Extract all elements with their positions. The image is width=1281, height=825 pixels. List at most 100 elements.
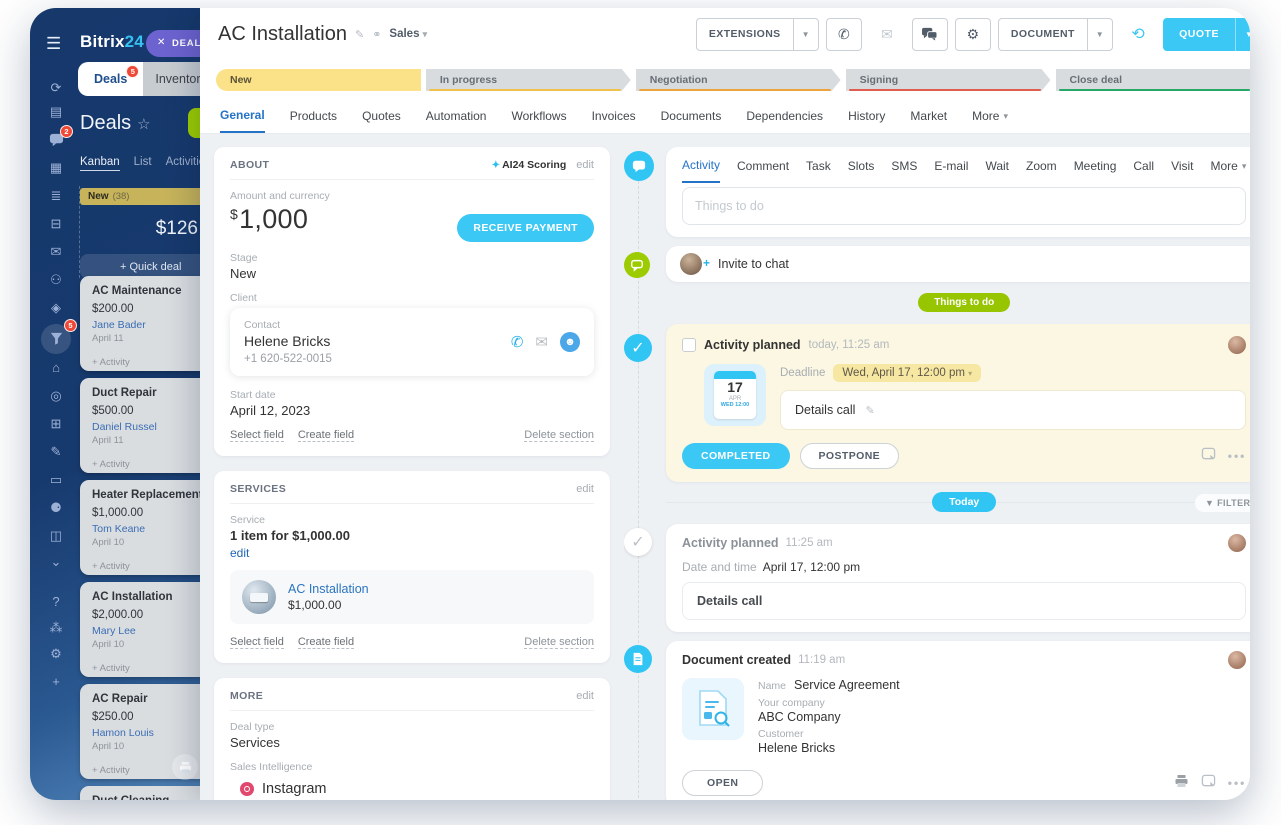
view-list[interactable]: List (134, 156, 152, 171)
create-field-link[interactable]: Create field (298, 429, 354, 442)
product-name-link[interactable]: AC Installation (288, 582, 369, 596)
edit-section-link[interactable]: edit (576, 483, 594, 495)
help-icon[interactable]: ? (45, 594, 67, 614)
tab-more[interactable]: More▾ (1211, 149, 1247, 183)
select-field-link[interactable]: Select field (230, 429, 284, 442)
tab-automation[interactable]: Automation (426, 99, 487, 133)
collapse-icon[interactable]: ⌄ (45, 554, 67, 574)
tab-sms[interactable]: SMS (891, 149, 917, 183)
funnel-button[interactable] (188, 108, 200, 138)
view-activities[interactable]: Activities (166, 156, 200, 171)
pulse-icon[interactable]: ⟳ (45, 80, 67, 100)
market-icon[interactable]: ◫ (45, 528, 67, 548)
stage-negotiation[interactable]: Negotiation (636, 69, 841, 91)
todo-input[interactable] (682, 187, 1246, 225)
stage-new[interactable]: New (216, 69, 421, 91)
live-feed-icon[interactable]: ▤ (45, 104, 67, 124)
tab-more[interactable]: More▾ (972, 99, 1008, 133)
avatar[interactable] (1228, 651, 1246, 669)
add-activity-link[interactable]: + Activity (92, 663, 200, 674)
deal-pill[interactable]: ✕DEAL (146, 30, 200, 57)
tab-inventory[interactable]: Inventory (143, 62, 200, 96)
note-icon[interactable] (1201, 774, 1216, 793)
crm-icon[interactable]: 5 (41, 324, 71, 354)
stage-value[interactable]: New (230, 266, 594, 281)
print-icon[interactable] (172, 754, 198, 780)
deadline-pill[interactable]: Wed, April 17, 12:00 pm ▾ (833, 364, 981, 382)
tasks-icon[interactable]: ◈ (45, 300, 67, 320)
link-icon[interactable]: ⚭ (372, 28, 381, 41)
settings-icon[interactable]: ⚙ (45, 646, 67, 666)
tab-meeting[interactable]: Meeting (1074, 149, 1117, 183)
tab-slots[interactable]: Slots (848, 149, 875, 183)
tab-comment[interactable]: Comment (737, 149, 789, 183)
calendar-tile[interactable]: 17 APR WED 12:00 (704, 364, 766, 426)
deal-card[interactable]: Duct Cleaning (80, 786, 200, 800)
deal-contact-link[interactable]: Mary Lee (92, 625, 200, 637)
tab-invoices[interactable]: Invoices (592, 99, 636, 133)
deal-type-value[interactable]: Services (230, 735, 594, 750)
sign-icon[interactable]: ✎ (45, 444, 67, 464)
avatar[interactable] (1228, 336, 1246, 354)
invite-to-chat-link[interactable]: Invite to chat (718, 257, 789, 271)
menu-icon[interactable]: ☰ (46, 34, 61, 54)
close-icon[interactable]: ✕ (157, 37, 166, 48)
tab-visit[interactable]: Visit (1171, 149, 1193, 183)
delete-section-link[interactable]: Delete section (524, 429, 594, 442)
edit-section-link[interactable]: edit (576, 159, 594, 171)
more-actions-icon[interactable]: ••• (1228, 776, 1247, 790)
contact-center-icon[interactable]: ▭ (45, 472, 67, 492)
deal-card[interactable]: Heater Replacement $1,000.00 Tom Keane A… (80, 480, 200, 575)
filter-button[interactable]: ▼ FILTER (1195, 494, 1250, 512)
marketing-icon[interactable]: ◎ (45, 388, 67, 408)
edit-pencil-icon[interactable]: ✎ (865, 404, 874, 417)
edit-products-link[interactable]: edit (230, 546, 594, 560)
contact-profile-icon[interactable]: ☻ (560, 332, 580, 352)
avatar[interactable] (1228, 534, 1246, 552)
start-date-value[interactable]: April 12, 2023 (230, 403, 594, 418)
contact-name[interactable]: Helene Bricks (244, 333, 332, 349)
settings-button[interactable]: ⚙ (955, 18, 991, 51)
email-icon[interactable]: ✉ (535, 333, 548, 351)
stage-in-progress[interactable]: In progress (426, 69, 631, 91)
doc-name-value[interactable]: Service Agreement (794, 678, 900, 692)
deal-contact-link[interactable]: Tom Keane (92, 523, 200, 535)
employees-icon[interactable]: ⚇ (45, 272, 67, 292)
drive-icon[interactable]: ⊟ (45, 216, 67, 236)
tab-products[interactable]: Products (290, 99, 337, 133)
sites-icon[interactable]: ⁂ (45, 620, 67, 640)
deal-contact-link[interactable]: Daniel Russel (92, 421, 200, 433)
mail-button[interactable]: ✉ (869, 18, 905, 51)
tab-workflows[interactable]: Workflows (511, 99, 566, 133)
stage-close-deal[interactable]: Close deal (1056, 69, 1251, 91)
tab-deals[interactable]: Deals5 (78, 62, 143, 96)
call-icon[interactable]: ✆ (511, 333, 524, 351)
note-icon[interactable] (1201, 447, 1216, 466)
postpone-button[interactable]: POSTPONE (800, 443, 900, 469)
view-kanban[interactable]: Kanban (80, 156, 120, 171)
completed-button[interactable]: COMPLETED (682, 443, 790, 469)
add-icon[interactable]: + (45, 674, 67, 694)
details-field[interactable]: Details call ✎ (780, 390, 1246, 430)
tab-dependencies[interactable]: Dependencies (746, 99, 823, 133)
tab-market[interactable]: Market (910, 99, 947, 133)
tab-history[interactable]: History (848, 99, 885, 133)
breadcrumb[interactable]: Sales ▾ (389, 28, 427, 40)
instagram-row[interactable]: Instagram (230, 775, 594, 800)
document-preview[interactable] (682, 678, 744, 740)
tab-documents[interactable]: Documents (661, 99, 722, 133)
sync-icon[interactable]: ⟲ (1120, 18, 1156, 51)
activity-checkbox[interactable] (682, 338, 696, 352)
calendar-icon[interactable]: ▦ (45, 160, 67, 180)
more-actions-icon[interactable]: ••• (1228, 449, 1247, 463)
details-field[interactable]: Details call (682, 582, 1246, 620)
add-activity-link[interactable]: + Activity (92, 357, 200, 368)
company-icon[interactable]: ⌂ (45, 360, 67, 380)
quote-button[interactable]: QUOTE ▼ (1163, 18, 1250, 51)
deal-contact-link[interactable]: Hamon Louis (92, 727, 200, 739)
delete-section-link[interactable]: Delete section (524, 636, 594, 649)
amount-value[interactable]: $1,000 (230, 204, 308, 235)
add-activity-link[interactable]: + Activity (92, 459, 200, 470)
create-field-link[interactable]: Create field (298, 636, 354, 649)
tab-email[interactable]: E-mail (934, 149, 968, 183)
